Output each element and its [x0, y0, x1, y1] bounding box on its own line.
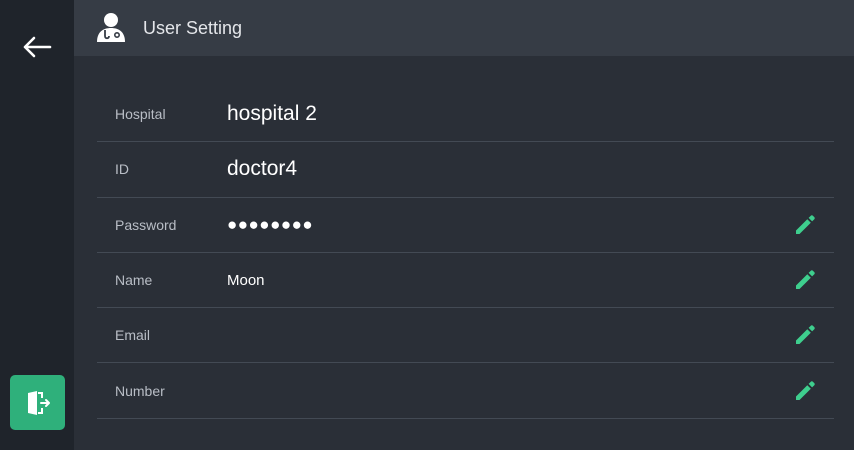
field-label-id: ID	[115, 161, 129, 178]
field-row-email: Email	[97, 308, 834, 364]
pencil-icon	[796, 325, 815, 345]
pencil-icon	[796, 214, 815, 234]
field-label-number: Number	[115, 382, 165, 399]
field-row-id: ID doctor4	[97, 142, 834, 198]
field-row-name: Name Moon	[97, 253, 834, 309]
field-value-id: doctor4	[227, 157, 298, 181]
logout-button[interactable]	[10, 375, 65, 430]
arrow-left-icon	[23, 36, 52, 58]
field-label-email: Email	[115, 327, 151, 344]
header: User Setting	[74, 0, 854, 56]
app: User Setting Hospital hospital 2 ID doct…	[0, 0, 854, 450]
edit-number-button[interactable]	[792, 378, 818, 404]
field-label-name: Name	[115, 272, 153, 289]
user-settings-form: Hospital hospital 2 ID doctor4 Password …	[97, 87, 834, 419]
back-button[interactable]	[17, 28, 57, 66]
pencil-icon	[796, 380, 815, 400]
field-row-number: Number	[97, 363, 834, 419]
page-title: User Setting	[143, 17, 243, 38]
sidebar	[0, 0, 74, 450]
field-row-password: Password ●●●●●●●●	[97, 198, 834, 253]
edit-email-button[interactable]	[792, 322, 818, 348]
field-value-password: ●●●●●●●●	[227, 214, 314, 234]
field-value-name: Moon	[227, 271, 265, 289]
edit-name-button[interactable]	[792, 267, 818, 293]
edit-password-button[interactable]	[792, 212, 818, 238]
doctor-user-icon	[94, 11, 128, 45]
pencil-icon	[796, 270, 815, 290]
field-value-hospital: hospital 2	[227, 102, 317, 126]
exit-door-icon	[27, 390, 50, 415]
field-label-hospital: Hospital	[115, 106, 166, 123]
field-row-hospital: Hospital hospital 2	[97, 87, 834, 143]
field-label-password: Password	[115, 216, 177, 233]
